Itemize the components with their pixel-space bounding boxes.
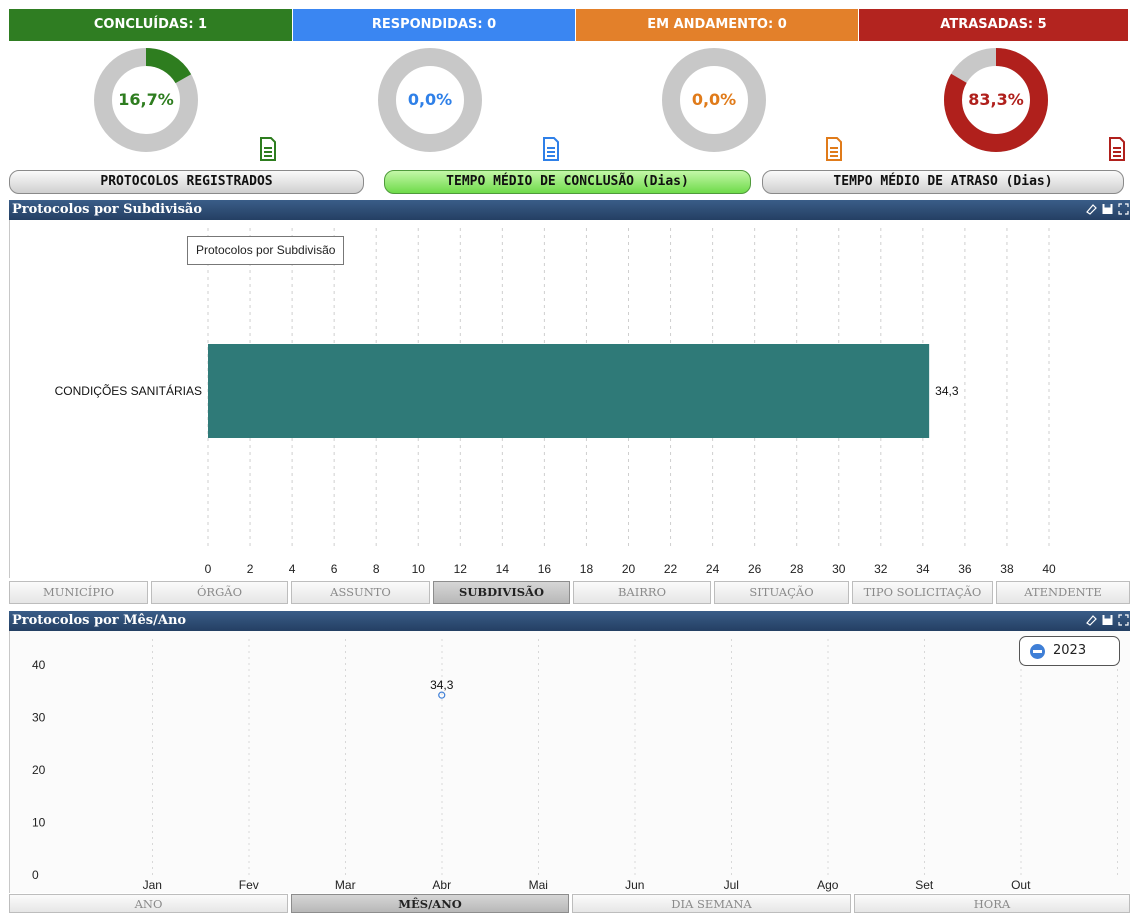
eraser-icon[interactable]	[1085, 202, 1098, 216]
x-tick-label: Jan	[143, 878, 162, 892]
x-tick-label: 30	[832, 562, 846, 576]
x-tick-label: 36	[958, 562, 972, 576]
status-header-3: ATRASADAS: 5	[859, 9, 1128, 41]
group-tab-3[interactable]: SUBDIVISÃO	[433, 581, 570, 604]
x-tick-label: 26	[748, 562, 762, 576]
x-tick-label: Set	[915, 878, 934, 892]
y-tick-label: 0	[32, 868, 39, 882]
time-tabs: ANO MÊS/ANO DIA SEMANA HORA	[9, 894, 1130, 913]
x-tick-label: Mar	[335, 878, 356, 892]
x-tick-label: Mai	[529, 878, 548, 892]
tab-protocolos-registrados[interactable]: PROTOCOLOS REGISTRADOS	[9, 170, 364, 194]
chart-tooltip: Protocolos por Subdivisão	[187, 236, 345, 265]
y-tick-label: 30	[32, 711, 46, 725]
percent-label: 83,3%	[968, 90, 1024, 109]
document-icon[interactable]	[1108, 137, 1126, 161]
document-icon[interactable]	[825, 137, 843, 161]
x-tick-label: 14	[496, 562, 510, 576]
x-tick-label: 12	[454, 562, 468, 576]
bar	[208, 344, 930, 438]
document-icon[interactable]	[542, 137, 560, 161]
category-label: CONDIÇÕES SANITÁRIAS	[55, 383, 202, 398]
time-tab-2[interactable]: DIA SEMANA	[572, 894, 851, 913]
x-tick-label: Out	[1011, 878, 1031, 892]
percent-label: 16,7%	[118, 90, 174, 109]
status-header-1: RESPONDIDAS: 0	[293, 9, 575, 41]
group-tab-1[interactable]: ÓRGÃO	[151, 581, 288, 604]
x-tick-label: 8	[373, 562, 380, 576]
time-tab-3[interactable]: HORA	[854, 894, 1130, 913]
eraser-icon[interactable]	[1085, 613, 1098, 627]
group-tab-7[interactable]: ATENDENTE	[996, 581, 1130, 604]
x-tick-label: 6	[331, 562, 338, 576]
x-tick-label: 40	[1042, 562, 1056, 576]
group-tab-2[interactable]: ASSUNTO	[291, 581, 430, 604]
group-tab-4[interactable]: BAIRRO	[573, 581, 711, 604]
x-tick-label: 22	[664, 562, 678, 576]
time-tab-1[interactable]: MÊS/ANO	[291, 894, 569, 913]
y-tick-label: 20	[32, 763, 46, 777]
year-label: 2023	[1053, 643, 1087, 658]
x-tick-label: Jun	[625, 878, 644, 892]
x-tick-label: 20	[622, 562, 636, 576]
month-chart-area: 0 10 20 30 40 Jan Fev Mar Abr Mai Jun Jul Ago Set Out 3…	[9, 631, 1130, 893]
group-tab-5[interactable]: SITUAÇÃO	[714, 581, 849, 604]
group-tab-0[interactable]: MUNICÍPIO	[9, 581, 148, 604]
status-header-2: EM ANDAMENTO: 0	[576, 9, 858, 41]
document-icon[interactable]	[259, 137, 277, 161]
percent-label: 0,0%	[407, 90, 453, 109]
status-header-0: CONCLUÍDAS: 1	[9, 9, 292, 41]
x-tick-label: 38	[1000, 562, 1014, 576]
x-tick-label: Abr	[432, 878, 451, 892]
x-tick-label: 28	[790, 562, 804, 576]
x-tick-label: 32	[874, 562, 888, 576]
group-tab-6[interactable]: TIPO SOLICITAÇÃO	[852, 581, 993, 604]
x-tick-label: 24	[706, 562, 720, 576]
expand-icon[interactable]	[1117, 613, 1130, 627]
subdivision-bar-chart: 0 2 4 6 8 10 12 14 16 18 20 22 24 26 28 30 32 34 36 38 40CON…	[55, 228, 1056, 576]
panel-header-mes-ano: Protocolos por Mês/Ano	[9, 611, 1130, 631]
x-tick-label: 2	[247, 562, 254, 576]
minus-circle-icon	[1030, 644, 1045, 659]
y-tick-label: 10	[32, 816, 46, 830]
x-tick-label: Jul	[724, 878, 739, 892]
tab-tempo-medio-atraso[interactable]: TEMPO MÉDIO DE ATRASO (Dias)	[762, 170, 1124, 194]
month-line-chart: 0 10 20 30 40 Jan Fev Mar Abr Mai Jun Jul Ago Set Out 3…	[32, 639, 1118, 892]
group-tabs: MUNICÍPIO ÓRGÃO ASSUNTO SUBDIVISÃO BAIRRO SIT…	[9, 581, 1130, 604]
data-label: 34,3	[935, 384, 959, 398]
year-toggle-button[interactable]: 2023	[1019, 636, 1120, 666]
tab-tempo-medio-conclusao[interactable]: TEMPO MÉDIO DE CONCLUSÃO (Dias)	[384, 170, 751, 194]
panel-header-subdivisao: Protocolos por Subdivisão	[9, 200, 1130, 220]
y-tick-label: 40	[32, 658, 46, 672]
dashboard: CONCLUÍDAS: 1 16,7% RESPONDIDAS: 0 0,0% EM A…	[0, 0, 1130, 913]
time-tab-0[interactable]: ANO	[9, 894, 288, 913]
x-tick-label: 4	[289, 562, 296, 576]
x-tick-label: Ago	[817, 878, 839, 892]
x-tick-label: 34	[916, 562, 930, 576]
x-tick-label: 18	[580, 562, 594, 576]
panel-title: Protocolos por Mês/Ano	[12, 613, 187, 628]
save-icon[interactable]	[1101, 613, 1114, 627]
data-label: 34,3	[430, 678, 454, 692]
x-tick-label: 16	[538, 562, 552, 576]
percent-label: 0,0%	[691, 90, 737, 109]
subdivision-chart-area: 0 2 4 6 8 10 12 14 16 18 20 22 24 26 28 30 32 34 36 38 40 CON…	[9, 220, 1130, 578]
save-icon[interactable]	[1101, 202, 1114, 216]
x-tick-label: 10	[412, 562, 426, 576]
x-tick-label: 0	[205, 562, 212, 576]
expand-icon[interactable]	[1117, 202, 1130, 216]
panel-title: Protocolos por Subdivisão	[12, 202, 203, 217]
x-tick-label: Fev	[239, 878, 259, 892]
